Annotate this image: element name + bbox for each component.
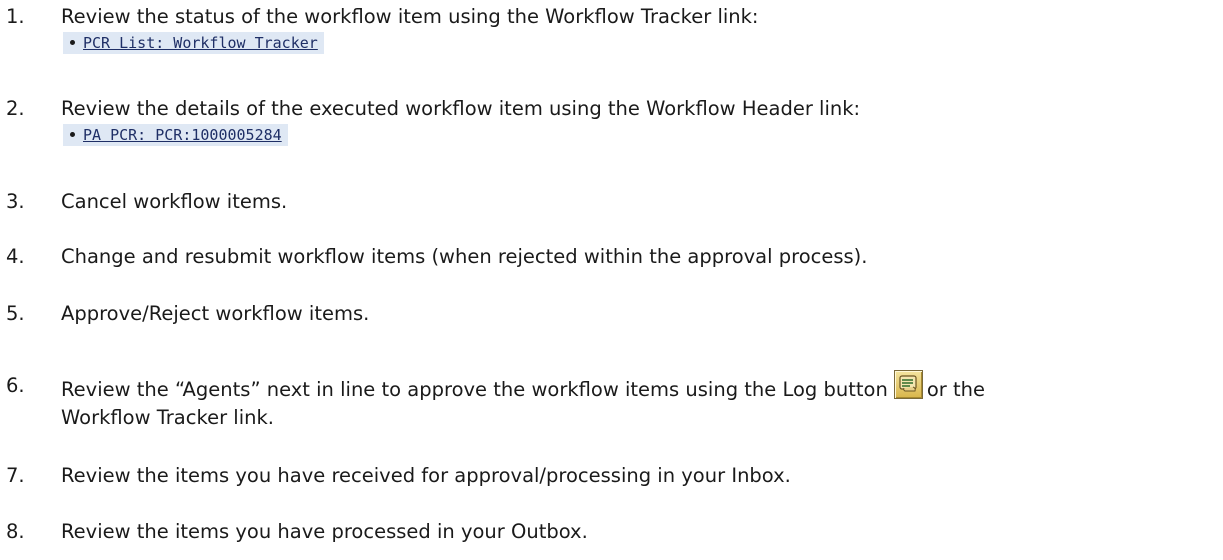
instruction-list: 1. Review the status of the workflow ite… <box>0 0 1223 560</box>
item-number: 1. <box>6 5 25 28</box>
item-text: Review the details of the executed workf… <box>61 97 861 120</box>
item-number: 8. <box>6 520 25 543</box>
item-text: Approve/Reject workflow items. <box>61 302 370 325</box>
item-number: 2. <box>6 97 25 120</box>
workflow-header-link-chip: PA PCR: PCR:1000005284 <box>63 124 288 146</box>
item-body: Review the items you have received for a… <box>61 462 1221 490</box>
item-text: Review the items you have processed in y… <box>61 520 588 543</box>
item-number: 6. <box>6 374 25 397</box>
log-scroll-icon <box>899 375 917 392</box>
item-text: Review the items you have received for a… <box>61 464 791 487</box>
workflow-tracker-link[interactable]: PCR List: Workflow Tracker <box>83 34 318 52</box>
item-body: Review the status of the workflow item u… <box>61 3 1221 54</box>
item-text: Review the status of the workflow item u… <box>61 5 759 28</box>
item-body: Approve/Reject workflow items. <box>61 300 1221 328</box>
item-text-after-icon: or the <box>926 378 985 401</box>
item-body: Cancel workflow items. <box>61 188 1221 216</box>
item-text: Cancel workflow items. <box>61 190 288 213</box>
item-number: 7. <box>6 464 25 487</box>
item-text-before-icon: Review the “Agents” next in line to appr… <box>61 378 888 401</box>
item-number: 5. <box>6 302 25 325</box>
item-body: Change and resubmit workflow items (when… <box>61 243 1221 271</box>
item-number: 3. <box>6 190 25 213</box>
workflow-header-link[interactable]: PA PCR: PCR:1000005284 <box>83 126 282 144</box>
log-button[interactable] <box>893 370 923 399</box>
item-text: Change and resubmit workflow items (when… <box>61 245 868 268</box>
item-text-line2: Workflow Tracker link. <box>61 406 274 429</box>
bullet-icon <box>70 132 75 137</box>
item-number: 4. <box>6 245 25 268</box>
bullet-icon <box>70 40 75 45</box>
item-body: Review the details of the executed workf… <box>61 95 1221 146</box>
item-text-line1: Review the “Agents” next in line to appr… <box>61 370 1221 406</box>
item-body: Review the items you have processed in y… <box>61 518 1221 546</box>
item-body: Review the “Agents” next in line to appr… <box>61 370 1221 432</box>
workflow-tracker-link-chip: PCR List: Workflow Tracker <box>63 32 324 54</box>
